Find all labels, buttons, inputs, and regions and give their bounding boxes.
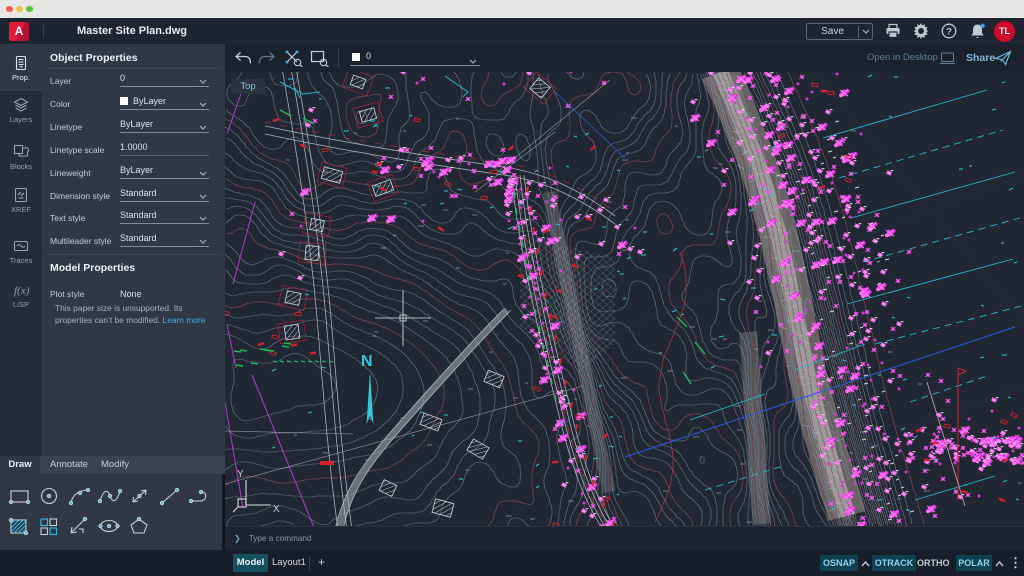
- svg-text:f(x): f(x): [14, 285, 29, 297]
- svg-text:X: X: [273, 504, 280, 515]
- svg-text:?: ?: [946, 27, 952, 38]
- svg-text:Y: Y: [237, 469, 244, 480]
- svg-text:N: N: [361, 353, 373, 370]
